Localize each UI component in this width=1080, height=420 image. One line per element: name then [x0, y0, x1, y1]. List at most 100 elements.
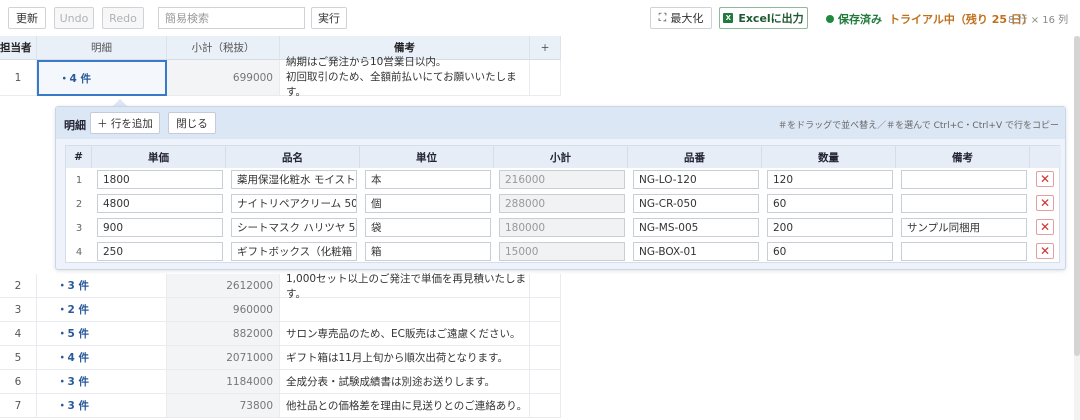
add-column-button[interactable]: +: [530, 36, 561, 60]
saved-label: 保存済み: [838, 13, 882, 26]
row-number[interactable]: 6: [0, 370, 37, 394]
delete-row-button[interactable]: ✕: [1036, 219, 1054, 235]
quantity-input[interactable]: 60: [767, 194, 893, 213]
row-number[interactable]: 5: [0, 346, 37, 370]
note-input[interactable]: [901, 170, 1027, 189]
subtotal-cell: 1184000: [167, 370, 280, 394]
detail-header-subtotal[interactable]: 小計: [494, 146, 628, 168]
subtotal-field: 180000: [499, 218, 625, 237]
excel-export-button[interactable]: X Excelに出力: [719, 7, 808, 29]
drag-handle[interactable]: 1: [66, 169, 92, 191]
unit-input[interactable]: 個: [365, 194, 491, 213]
close-icon: ✕: [1039, 244, 1051, 258]
subtotal-cell: 73800: [167, 394, 280, 418]
product-name-input[interactable]: シートマスク ハリツヤ 5枚: [231, 218, 357, 237]
delete-row-button[interactable]: ✕: [1036, 243, 1054, 259]
detail-cell[interactable]: ・3 件: [37, 274, 167, 298]
note-cell[interactable]: 納期はご発注から10営業日以内。 初回取引のため、全額前払いにてお願いいたします…: [280, 56, 530, 98]
undo-button[interactable]: Undo: [54, 7, 94, 29]
detail-cell[interactable]: ・3 件: [37, 394, 167, 418]
run-button[interactable]: 実行: [311, 7, 347, 29]
detail-header-price[interactable]: 単価: [92, 146, 226, 168]
drag-handle[interactable]: 2: [66, 193, 92, 215]
close-icon: ✕: [1039, 196, 1051, 210]
drag-handle[interactable]: 4: [66, 241, 92, 263]
subtotal-cell: 699000: [167, 60, 280, 96]
empty-cell: [530, 298, 561, 322]
delete-row-button[interactable]: ✕: [1036, 195, 1054, 211]
subtotal-field: 216000: [499, 170, 625, 189]
subtotal-cell: 960000: [167, 298, 280, 322]
detail-panel: 明細 ＋ 行を追加 閉じる ＃をドラッグで並べ替え／＃を選んで Ctrl+C・C…: [55, 106, 1066, 270]
detail-header-code[interactable]: 品番: [628, 146, 762, 168]
subtotal-cell: 2612000: [167, 274, 280, 298]
note-cell[interactable]: 1,000セット以上のご発注で単価を再見積いたします。: [280, 273, 530, 300]
detail-cell[interactable]: ・2 件: [37, 298, 167, 322]
unit-input[interactable]: 袋: [365, 218, 491, 237]
panel-pointer: [113, 99, 127, 106]
detail-cell[interactable]: ・5 件: [37, 322, 167, 346]
note-input[interactable]: サンプル同梱用: [901, 218, 1027, 237]
note-input[interactable]: [901, 194, 1027, 213]
product-code-input[interactable]: NG-CR-050: [633, 194, 759, 213]
close-panel-button[interactable]: 閉じる: [168, 112, 216, 134]
product-name-input[interactable]: 薬用保湿化粧水 モイストリ: [231, 170, 357, 189]
product-code-input[interactable]: NG-BOX-01: [633, 242, 759, 261]
note-cell[interactable]: [280, 298, 530, 322]
note-line: 初回取引のため、全額前払いにてお願いいたします。: [286, 71, 517, 98]
price-input[interactable]: 1800: [97, 170, 223, 189]
panel-hint: ＃をドラッグで並べ替え／＃を選んで Ctrl+C・Ctrl+V で行をコピー: [778, 121, 1059, 131]
row-number[interactable]: 2: [0, 274, 37, 298]
product-code-input[interactable]: NG-MS-005: [633, 218, 759, 237]
note-input[interactable]: [901, 242, 1027, 261]
note-cell[interactable]: サロン専売品のため、EC販売はご遠慮ください。: [280, 322, 530, 346]
detail-header-unit[interactable]: 単位: [360, 146, 494, 168]
add-row-button[interactable]: ＋ 行を追加: [90, 112, 160, 134]
detail-cell[interactable]: ・3 件: [37, 370, 167, 394]
note-cell[interactable]: 他社品との価格差を理由に見送りとのご連絡あり。: [280, 394, 530, 418]
note-line: 納期はご発注から10営業日以内。: [286, 56, 447, 68]
header-detail[interactable]: 明細: [37, 36, 167, 60]
drag-handle[interactable]: 3: [66, 217, 92, 239]
scrollbar-thumb[interactable]: [1074, 36, 1080, 356]
quantity-input[interactable]: 60: [767, 242, 893, 261]
detail-table: # 単価 品名 単位 小計 品番 数量 備考 1 1800 薬用保湿化粧水 モイスト…: [65, 145, 1061, 263]
row-number[interactable]: 1: [0, 60, 37, 96]
detail-header-qty[interactable]: 数量: [762, 146, 896, 168]
update-button[interactable]: 更新: [8, 7, 46, 29]
product-name-input[interactable]: ナイトリペアクリーム 50g: [231, 194, 357, 213]
search-input[interactable]: [158, 7, 305, 29]
row-number[interactable]: 7: [0, 394, 37, 418]
note-cell[interactable]: 全成分表・試験成績書は別途お送りします。: [280, 370, 530, 394]
redo-button[interactable]: Redo: [102, 7, 144, 29]
empty-cell: [530, 322, 561, 346]
row-number[interactable]: 3: [0, 298, 37, 322]
unit-input[interactable]: 箱: [365, 242, 491, 261]
header-owner[interactable]: 担当者: [0, 36, 37, 60]
delete-row-button[interactable]: ✕: [1036, 171, 1054, 187]
subtotal-cell: 882000: [167, 322, 280, 346]
price-input[interactable]: 250: [97, 242, 223, 261]
unit-input[interactable]: 本: [365, 170, 491, 189]
header-subtotal[interactable]: 小計（税抜）: [167, 36, 280, 60]
empty-cell: [530, 394, 561, 418]
quantity-input[interactable]: 120: [767, 170, 893, 189]
grid-dimensions: 8 行 × 16 列: [1008, 15, 1069, 26]
maximize-button[interactable]: ⛶ 最大化: [650, 7, 712, 29]
product-code-input[interactable]: NG-LO-120: [633, 170, 759, 189]
close-icon: ✕: [1039, 172, 1051, 186]
detail-cell[interactable]: ・4 件: [37, 60, 167, 96]
detail-cell[interactable]: ・4 件: [37, 346, 167, 370]
price-input[interactable]: 900: [97, 218, 223, 237]
price-input[interactable]: 4800: [97, 194, 223, 213]
detail-header-actions: [1030, 146, 1061, 168]
detail-header-name[interactable]: 品名: [226, 146, 360, 168]
saved-dot-icon: [826, 15, 834, 23]
excel-export-label: Excelに出力: [738, 12, 804, 25]
row-number[interactable]: 4: [0, 322, 37, 346]
quantity-input[interactable]: 200: [767, 218, 893, 237]
note-cell[interactable]: ギフト箱は11月上旬から順次出荷となります。: [280, 346, 530, 370]
product-name-input[interactable]: ギフトボックス（化粧箱・: [231, 242, 357, 261]
detail-header-note[interactable]: 備考: [896, 146, 1030, 168]
detail-header-no: #: [66, 146, 92, 168]
